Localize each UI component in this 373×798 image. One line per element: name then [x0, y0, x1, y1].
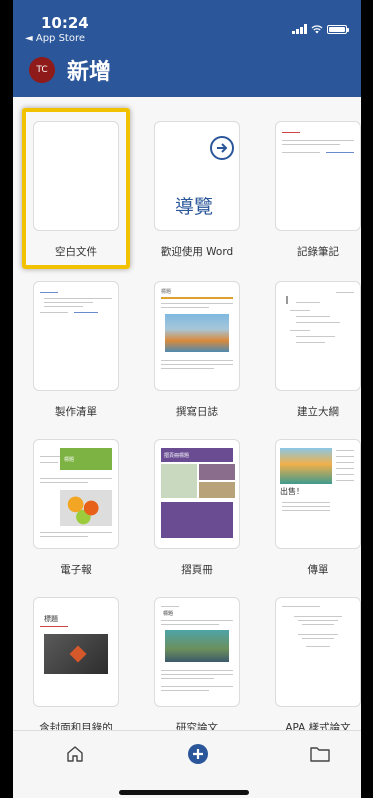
- template-research-paper[interactable]: 標題 研究論文: [154, 597, 240, 730]
- template-grid: 空白文件 導覽 歡迎使用 Word 記錄筆記 製作清單 標題 撰寫日誌 建立大綱…: [13, 97, 361, 730]
- template-label: 建立大綱: [297, 406, 339, 418]
- thumb-heading: 導覽: [175, 196, 214, 218]
- template-thumbnail: 標題: [33, 597, 119, 707]
- bottom-toolbar: [13, 730, 361, 798]
- thumb-photo: [44, 634, 108, 674]
- wifi-icon: [311, 25, 323, 34]
- template-thumbnail: 出售！: [275, 439, 361, 549]
- thumb-heading: 出售！: [280, 487, 304, 496]
- template-label: APA 樣式論文: [285, 722, 351, 730]
- thumb-heading: 標題: [44, 615, 58, 623]
- status-time: 10:24: [41, 14, 89, 32]
- template-notes[interactable]: 記錄筆記: [275, 121, 361, 259]
- signal-icon: [292, 24, 307, 34]
- template-thumbnail: [33, 281, 119, 391]
- template-label: 記錄筆記: [297, 246, 339, 258]
- template-newsletter[interactable]: 標題 電子報: [33, 439, 119, 577]
- template-thumbnail: [275, 597, 361, 707]
- template-label: 歡迎使用 Word: [160, 246, 234, 258]
- template-thumbnail: 導覽: [154, 121, 240, 231]
- template-label: 製作清單: [55, 406, 97, 418]
- arrow-right-circle-icon: [210, 136, 234, 160]
- template-outline[interactable]: 建立大綱: [275, 281, 361, 419]
- app-header: 10:24 ◄ App Store TC 新增: [13, 0, 361, 97]
- template-brochure[interactable]: 摺頁冊標題 摺頁冊: [154, 439, 240, 577]
- thumb-banner: 標題: [60, 448, 112, 470]
- status-icons: [292, 24, 349, 34]
- template-thumbnail: [275, 281, 361, 391]
- battery-icon: [327, 24, 349, 34]
- back-to-app-store[interactable]: ◄ App Store: [25, 33, 85, 44]
- template-thumbnail: 摺頁冊標題: [154, 439, 240, 549]
- thumb-heading: 標題: [163, 611, 174, 617]
- files-button[interactable]: [307, 741, 333, 767]
- selection-highlight: [22, 108, 130, 269]
- thumb-photo: [165, 630, 229, 662]
- template-label: 摺頁冊: [181, 564, 213, 576]
- avatar[interactable]: TC: [29, 57, 55, 83]
- template-welcome-word[interactable]: 導覽 歡迎使用 Word: [154, 121, 240, 259]
- template-cover-toc[interactable]: 標題 含封面和目錄的: [33, 597, 119, 730]
- template-thumbnail: 標題: [154, 597, 240, 707]
- thumb-photo: [60, 490, 112, 526]
- thumb-photo: [280, 448, 332, 484]
- template-label: 含封面和目錄的: [39, 722, 113, 730]
- thumb-photo: [165, 314, 229, 352]
- template-thumbnail: [275, 121, 361, 231]
- template-thumbnail: 標題: [154, 281, 240, 391]
- thumb-heading: 標題: [161, 289, 172, 295]
- template-label: 研究論文: [176, 722, 218, 730]
- template-list[interactable]: 製作清單: [33, 281, 119, 419]
- folder-icon: [310, 747, 330, 762]
- template-journal[interactable]: 標題 撰寫日誌: [154, 281, 240, 419]
- thumb-banner: 摺頁冊標題: [161, 448, 233, 462]
- template-label: 撰寫日誌: [176, 406, 218, 418]
- template-label: 電子報: [60, 564, 92, 576]
- home-icon: [67, 746, 83, 762]
- plus-icon: [188, 744, 208, 764]
- home-button[interactable]: [62, 741, 88, 767]
- template-flyer[interactable]: 出售！ 傳單: [275, 439, 361, 577]
- page-title: 新增: [67, 60, 112, 85]
- template-label: 傳單: [307, 564, 329, 576]
- template-thumbnail: 標題: [33, 439, 119, 549]
- new-document-button[interactable]: [185, 741, 211, 767]
- template-apa-paper[interactable]: APA 樣式論文: [275, 597, 361, 730]
- home-indicator: [119, 790, 249, 795]
- phone-screen: 10:24 ◄ App Store TC 新增 空白文件 導覽 歡迎使用 Wor…: [13, 0, 361, 798]
